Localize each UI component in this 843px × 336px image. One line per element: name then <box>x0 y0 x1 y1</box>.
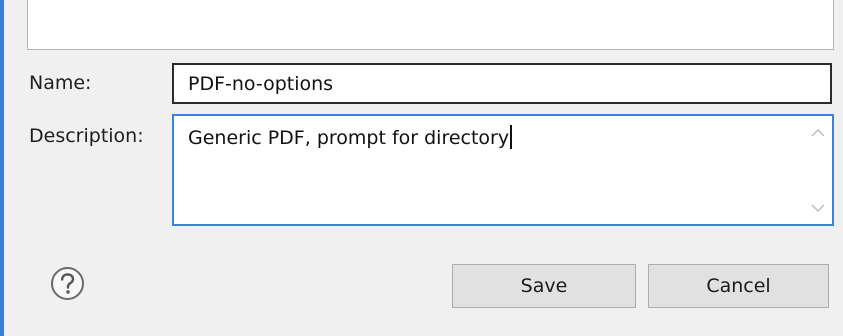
chevron-down-icon[interactable] <box>810 200 826 216</box>
save-button[interactable]: Save <box>452 264 636 308</box>
options-list[interactable] <box>27 0 834 50</box>
name-label: Name: <box>29 72 92 94</box>
window-left-edge <box>0 0 4 336</box>
help-icon[interactable] <box>50 266 85 301</box>
cancel-button[interactable]: Cancel <box>648 264 829 308</box>
description-textarea[interactable]: Generic PDF, prompt for directory <box>172 114 834 226</box>
description-label: Description: <box>29 125 144 147</box>
name-input[interactable] <box>172 63 832 104</box>
chevron-up-icon[interactable] <box>810 124 826 140</box>
text-caret <box>510 125 513 149</box>
description-text: Generic PDF, prompt for directory <box>188 125 513 150</box>
